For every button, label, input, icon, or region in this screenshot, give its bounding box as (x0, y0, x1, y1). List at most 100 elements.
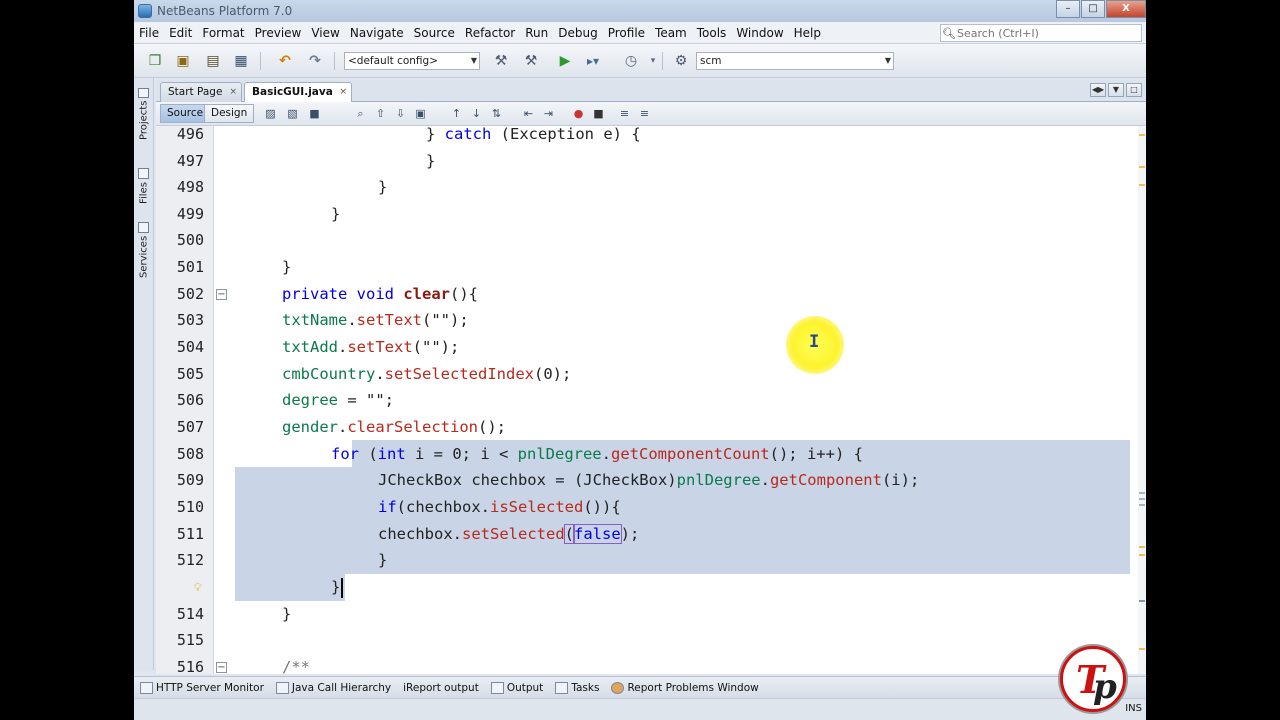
line-number: 511 (176, 525, 204, 543)
find-next-icon[interactable]: ⇩ (392, 106, 409, 122)
lightbulb-hint-icon[interactable]: 💡︎ (194, 581, 206, 594)
menu-window[interactable]: Window (731, 26, 788, 40)
stop-macro-icon[interactable]: ■ (590, 106, 607, 122)
stripe-marker[interactable] (1139, 498, 1145, 500)
stripe-marker[interactable] (1139, 504, 1145, 506)
toggle-bookmark-icon[interactable]: ⇅ (488, 106, 505, 122)
find-selection-icon[interactable]: ⌕ (352, 106, 369, 122)
stripe-marker[interactable] (1139, 492, 1145, 494)
code-line-497: 497 } (156, 148, 1138, 175)
build-hammer-icon[interactable]: ⚒ (490, 51, 512, 71)
stripe-marker[interactable] (1139, 134, 1145, 136)
stripe-marker[interactable] (1139, 648, 1145, 650)
field-token: degree (282, 391, 338, 409)
scm-icon[interactable]: ⚙ (670, 51, 692, 71)
forward-history-icon[interactable]: ▧ (284, 106, 301, 122)
scroll-left-icon[interactable]: ◀▶ (1090, 83, 1106, 97)
bracket-match-token: ( (563, 524, 576, 544)
minimize-button[interactable]: – (1056, 0, 1080, 18)
clean-build-icon[interactable]: ⚒ (520, 51, 542, 71)
menu-profile[interactable]: Profile (603, 26, 650, 40)
menu-file[interactable]: File (134, 26, 164, 40)
next-bookmark-icon[interactable]: ↓ (468, 106, 485, 122)
profile-dropdown-icon[interactable]: ▾ (642, 51, 664, 71)
undo-icon[interactable]: ↶ (274, 51, 296, 71)
files-tab[interactable]: Files (136, 160, 152, 204)
code-text: JCheckBox chechbox = (JCheckBox)pnlDegre… (378, 467, 919, 494)
back-history-icon[interactable]: ▨ (262, 106, 279, 122)
ireport-output-tab[interactable]: iReport output (403, 682, 479, 694)
menu-refactor[interactable]: Refactor (460, 26, 520, 40)
menu-debug[interactable]: Debug (553, 26, 602, 40)
menu-navigate[interactable]: Navigate (345, 26, 409, 40)
search-input[interactable] (957, 26, 1133, 40)
fold-collapse-icon[interactable]: − (216, 289, 227, 300)
show-opened-documents-icon[interactable]: ▼ (1108, 83, 1124, 97)
menu-run[interactable]: Run (520, 26, 553, 40)
scm-select[interactable]: scm ▼ (696, 52, 894, 70)
stripe-marker[interactable] (1139, 166, 1145, 168)
menu-preview[interactable]: Preview (250, 26, 307, 40)
tab-start-page[interactable]: Start Page × (160, 82, 242, 102)
close-tab-icon[interactable]: × (229, 83, 237, 101)
shift-right-icon[interactable]: ⇥ (540, 106, 557, 122)
code-token: . (601, 445, 611, 463)
menu-team[interactable]: Team (650, 26, 692, 40)
services-tab[interactable]: Services (136, 216, 152, 278)
menu-format[interactable]: Format (197, 26, 249, 40)
menu-source[interactable]: Source (409, 26, 460, 40)
code-line-509: 509 JCheckBox chechbox = (JCheckBox)pnlD… (156, 467, 1138, 494)
method-token: setText (356, 311, 422, 329)
highlight-toggle-icon[interactable]: ▣ (412, 106, 429, 122)
menu-view[interactable]: View (306, 26, 344, 40)
output-tab[interactable]: Output (490, 681, 543, 694)
http-server-monitor-tab[interactable]: HTTP Server Monitor (140, 681, 264, 694)
uncomment-icon[interactable]: ≡ (636, 106, 653, 122)
files-tab-label: Files (138, 182, 150, 204)
stripe-marker[interactable] (1139, 184, 1145, 186)
stripe-marker[interactable] (1139, 600, 1145, 602)
maximize-button[interactable]: □ (1081, 0, 1105, 18)
new-file-icon[interactable]: ❐ (144, 51, 166, 71)
source-view-button[interactable]: Source (160, 104, 211, 123)
code-line-506: 506 degree = ""; (156, 387, 1138, 414)
previous-bookmark-icon[interactable]: ↑ (448, 106, 465, 122)
code-editor[interactable]: 496 } catch (Exception e) { 497 } 498 } … (156, 126, 1138, 674)
shift-left-icon[interactable]: ⇤ (520, 106, 537, 122)
history-dropdown-icon[interactable]: ■ (306, 106, 323, 122)
design-view-button[interactable]: Design (204, 104, 255, 123)
comment-icon[interactable]: ≡ (616, 106, 633, 122)
redo-icon[interactable]: ↷ (304, 51, 326, 71)
run-icon[interactable]: ▶ (554, 51, 576, 71)
profile-icon[interactable]: ◷ (620, 51, 642, 71)
stripe-marker[interactable] (1139, 546, 1145, 548)
start-macro-icon[interactable]: ● (570, 106, 587, 122)
close-button[interactable]: X (1106, 0, 1146, 18)
menu-help[interactable]: Help (789, 26, 826, 40)
find-previous-icon[interactable]: ⇧ (372, 106, 389, 122)
report-problems-tab[interactable]: Report Problems Window (611, 681, 759, 694)
maximize-editor-icon[interactable]: □ (1126, 83, 1142, 97)
method-token: getComponent (769, 471, 882, 489)
menu-edit[interactable]: Edit (164, 26, 197, 40)
fold-collapse-icon[interactable]: − (216, 662, 227, 673)
tasks-tab[interactable]: Tasks (555, 681, 599, 694)
debug-icon[interactable]: ▸▾ (582, 51, 604, 71)
field-token: txtName (282, 311, 348, 329)
quick-search-box[interactable]: 🔍︎ (940, 24, 1142, 42)
close-tab-icon[interactable]: × (339, 83, 347, 101)
code-token: chechbox. (378, 525, 462, 543)
netbeans-app-icon (138, 4, 152, 18)
open-project-icon[interactable]: ▤ (202, 51, 224, 71)
tab-basicgui-java[interactable]: BasicGUI.java × (244, 82, 352, 102)
java-call-hierarchy-tab[interactable]: Java Call Hierarchy (275, 681, 391, 694)
line-number: 506 (176, 391, 204, 409)
line-number: 507 (176, 418, 204, 436)
new-project-icon[interactable]: ▣ (172, 51, 194, 71)
line-number: 510 (176, 498, 204, 516)
menu-tools[interactable]: Tools (692, 26, 732, 40)
projects-tab[interactable]: Projects (136, 88, 152, 140)
save-all-icon[interactable]: ▦ (230, 51, 252, 71)
stripe-marker[interactable] (1139, 554, 1145, 556)
config-select[interactable]: <default config> ▼ (344, 52, 480, 70)
